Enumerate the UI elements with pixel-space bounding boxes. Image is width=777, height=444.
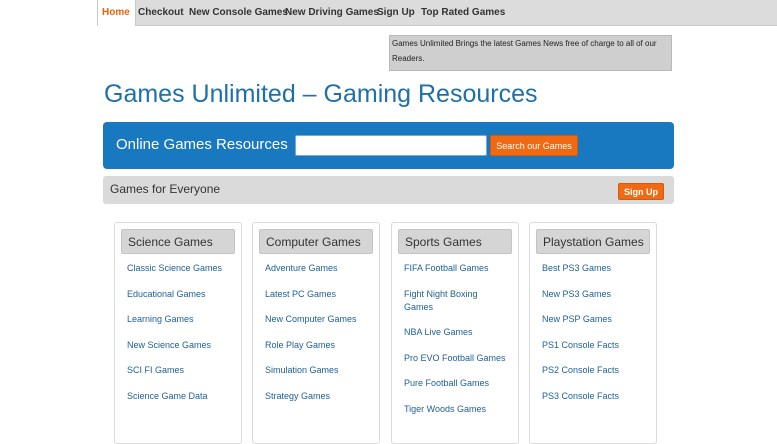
sign-up-button[interactable]: Sign Up (618, 183, 664, 200)
category-link[interactable]: Best PS3 Games (542, 262, 652, 275)
category-column-sports: Sports Games FIFA Football Games Fight N… (391, 222, 519, 444)
category-link[interactable]: Tiger Woods Games (404, 403, 514, 416)
search-label: Online Games Resources (116, 136, 288, 153)
category-link[interactable]: PS1 Console Facts (542, 339, 652, 352)
category-link[interactable]: Learning Games (127, 313, 237, 326)
link-list: Adventure Games Latest PC Games New Comp… (265, 262, 375, 416)
category-link[interactable]: SCI FI Games (127, 364, 237, 377)
column-title: Sports Games (398, 229, 512, 254)
category-link[interactable]: Simulation Games (265, 364, 375, 377)
category-link[interactable]: Classic Science Games (127, 262, 237, 275)
top-navigation: Home Checkout New Console Games New Driv… (97, 0, 777, 26)
banner-bar: Games for Everyone Sign Up (103, 176, 674, 204)
category-link[interactable]: Fight Night Boxing Games (404, 288, 484, 314)
category-link[interactable]: New Computer Games (265, 313, 375, 326)
category-link[interactable]: NBA Live Games (404, 326, 514, 339)
nav-item-sign-up[interactable]: Sign Up (377, 0, 415, 25)
category-link[interactable]: Strategy Games (265, 390, 375, 403)
link-list: Best PS3 Games New PS3 Games New PSP Gam… (542, 262, 652, 416)
category-link[interactable]: FIFA Football Games (404, 262, 514, 275)
category-link[interactable]: New PS3 Games (542, 288, 652, 301)
category-column-playstation: Playstation Games Best PS3 Games New PS3… (529, 222, 657, 444)
search-bar: Online Games Resources Search our Games (103, 122, 674, 169)
category-link[interactable]: Latest PC Games (265, 288, 375, 301)
category-link[interactable]: PS2 Console Facts (542, 364, 652, 377)
column-title: Computer Games (259, 229, 373, 254)
category-link[interactable]: Adventure Games (265, 262, 375, 275)
banner-text: Games for Everyone (110, 182, 221, 196)
link-list: Classic Science Games Educational Games … (127, 262, 237, 416)
category-link[interactable]: PS3 Console Facts (542, 390, 652, 403)
category-link[interactable]: Science Game Data (127, 390, 237, 403)
nav-item-home[interactable]: Home (97, 0, 136, 26)
nav-item-new-console-games[interactable]: New Console Games (189, 0, 288, 25)
nav-item-checkout[interactable]: Checkout (138, 0, 184, 25)
category-link[interactable]: Role Play Games (265, 339, 375, 352)
column-title: Science Games (121, 229, 235, 254)
news-notice: Games Unlimited Brings the latest Games … (389, 35, 672, 71)
category-column-science: Science Games Classic Science Games Educ… (114, 222, 242, 444)
category-link[interactable]: New Science Games (127, 339, 237, 352)
page-title: Games Unlimited – Gaming Resources (104, 80, 538, 108)
link-list: FIFA Football Games Fight Night Boxing G… (404, 262, 514, 429)
category-link[interactable]: New PSP Games (542, 313, 652, 326)
nav-item-top-rated-games[interactable]: Top Rated Games (421, 0, 505, 25)
category-link[interactable]: Pure Football Games (404, 377, 514, 390)
search-input[interactable] (295, 135, 487, 156)
nav-item-new-driving-games[interactable]: New Driving Games (285, 0, 379, 25)
column-title: Playstation Games (536, 229, 650, 254)
category-column-computer: Computer Games Adventure Games Latest PC… (252, 222, 380, 444)
category-link[interactable]: Pro EVO Football Games (404, 352, 514, 365)
search-button[interactable]: Search our Games (490, 135, 578, 156)
category-link[interactable]: Educational Games (127, 288, 237, 301)
